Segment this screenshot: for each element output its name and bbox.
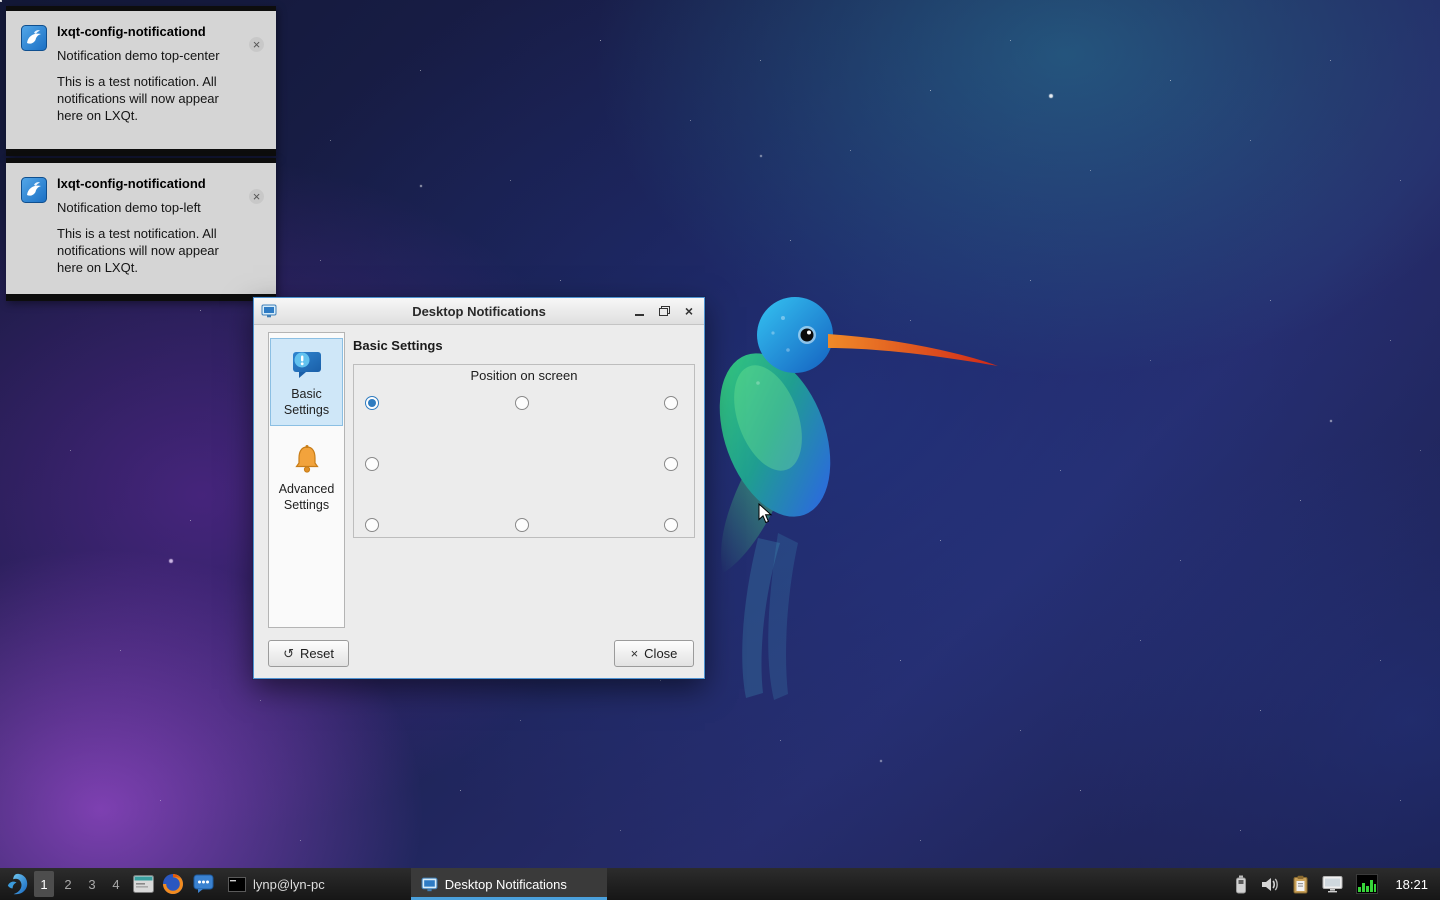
page-heading: Basic Settings [353, 338, 443, 353]
lxqt-logo-icon [4, 872, 29, 897]
sidebar-item-label: Advanced Settings [273, 481, 340, 514]
hummingbird-wallpaper-art [688, 288, 1018, 718]
terminal-launcher-icon [133, 875, 154, 893]
quicklaunch-firefox[interactable] [158, 868, 188, 900]
groupbox-title: Position on screen [354, 368, 694, 383]
volume-icon[interactable] [1260, 876, 1279, 893]
radio-position-top-right[interactable] [664, 396, 678, 410]
close-icon: × [685, 304, 693, 318]
settings-category-list: Basic Settings Advanced Settings [268, 332, 345, 628]
taskbar-clock[interactable]: 18:21 [1391, 877, 1432, 892]
taskbar: 1 2 3 4 lynp@lyn-pc [0, 868, 1440, 900]
close-button[interactable]: × Close [614, 640, 694, 667]
task-button-label: lynp@lyn-pc [253, 877, 325, 892]
sidebar-item-label: Basic Settings [273, 386, 340, 419]
close-button-label: Close [644, 646, 677, 661]
notification-body: This is a test notification. All notific… [57, 73, 235, 124]
close-button-icon: × [631, 646, 639, 661]
notification-close-button[interactable]: × [249, 189, 264, 204]
firefox-icon [162, 873, 184, 895]
workspace-button-2[interactable]: 2 [56, 868, 80, 900]
quicklaunch-chat[interactable] [188, 868, 218, 900]
desktop-notifications-window: Desktop Notifications × Basic Settings [253, 297, 705, 679]
workspace-button-4[interactable]: 4 [104, 868, 128, 900]
clipboard-icon[interactable] [1292, 875, 1309, 894]
notification-summary: Notification demo top-left [57, 199, 235, 216]
radio-position-middle-right[interactable] [664, 457, 678, 471]
minimize-button[interactable] [631, 303, 647, 319]
task-button-label: Desktop Notifications [445, 877, 567, 892]
radio-position-bottom-center[interactable] [515, 518, 529, 532]
restore-icon [659, 306, 670, 316]
quicklaunch-terminal[interactable] [128, 868, 158, 900]
radio-position-middle-left[interactable] [365, 457, 379, 471]
battery-indicator-icon[interactable] [1235, 875, 1247, 894]
notification-popup-top-center: lxqt-config-notificationd Notification d… [6, 6, 276, 156]
terminal-window-icon [228, 877, 246, 892]
desktop-notifications-task-icon [421, 876, 438, 893]
reset-button-label: Reset [300, 646, 334, 661]
window-content: Basic Settings Advanced Settings Basic S… [254, 325, 704, 679]
notification-body: This is a test notification. All notific… [57, 225, 235, 276]
minimize-icon [635, 314, 644, 316]
restore-button[interactable] [656, 303, 672, 319]
workspace-button-1[interactable]: 1 [34, 871, 54, 897]
radio-position-top-center[interactable] [515, 396, 529, 410]
mouse-cursor [758, 503, 773, 524]
app-menu-button[interactable] [0, 868, 32, 900]
sidebar-item-basic-settings[interactable]: Basic Settings [271, 339, 342, 425]
radio-position-top-left[interactable] [365, 396, 379, 410]
window-titlebar[interactable]: Desktop Notifications × [254, 298, 704, 325]
notification-summary: Notification demo top-center [57, 47, 235, 64]
notification-popup-top-left: lxqt-config-notificationd Notification d… [6, 158, 276, 301]
lxqt-notification-icon [21, 177, 47, 203]
close-window-button[interactable]: × [681, 303, 697, 319]
display-settings-icon[interactable] [1322, 875, 1343, 893]
reset-button[interactable]: ↺ Reset [268, 640, 349, 667]
task-button-terminal[interactable]: lynp@lyn-pc [218, 868, 335, 900]
sidebar-item-advanced-settings[interactable]: Advanced Settings [271, 434, 342, 520]
position-groupbox: Position on screen [353, 364, 695, 538]
chat-launcher-icon [193, 874, 214, 894]
reset-icon: ↺ [283, 646, 294, 662]
advanced-settings-bell-icon [289, 441, 325, 477]
radio-position-bottom-right[interactable] [664, 518, 678, 532]
notification-close-button[interactable]: × [249, 37, 264, 52]
notification-app-name: lxqt-config-notificationd [57, 175, 235, 192]
stars-decoration-bright [0, 0, 2, 2]
cpu-monitor-icon[interactable] [1356, 874, 1378, 894]
task-button-desktop-notifications[interactable]: Desktop Notifications [411, 868, 607, 900]
basic-settings-icon [289, 346, 325, 382]
workspace-button-3[interactable]: 3 [80, 868, 104, 900]
radio-position-bottom-left[interactable] [365, 518, 379, 532]
lxqt-notification-icon [21, 25, 47, 51]
system-tray: 18:21 [1235, 868, 1440, 900]
notification-app-name: lxqt-config-notificationd [57, 23, 235, 40]
